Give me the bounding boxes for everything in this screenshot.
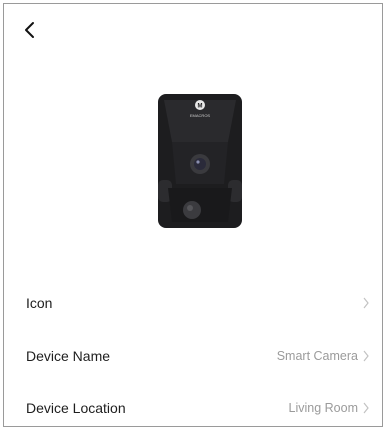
chevron-right-icon [363,297,369,309]
back-button[interactable] [18,18,42,42]
settings-row-device-name[interactable]: Device Name Smart Camera [4,336,382,376]
settings-row-device-location[interactable]: Device Location Living Room [4,388,382,428]
device-settings-screen: M EMACROS Icon Device Name Smart Camera [3,3,383,427]
row-value: Living Room [288,401,358,415]
chevron-right-icon [363,402,369,414]
camera-illustration: M EMACROS [158,94,242,228]
svg-text:M: M [198,104,203,110]
brand-text: EMACROS [190,113,211,118]
row-label: Device Name [26,348,111,364]
chevron-left-icon [25,22,34,38]
device-image: M EMACROS [154,92,246,232]
chevron-right-icon [363,350,369,362]
row-label: Icon [26,295,53,311]
row-label: Device Location [26,400,126,416]
settings-row-icon[interactable]: Icon [4,283,382,323]
row-value: Smart Camera [276,349,358,363]
